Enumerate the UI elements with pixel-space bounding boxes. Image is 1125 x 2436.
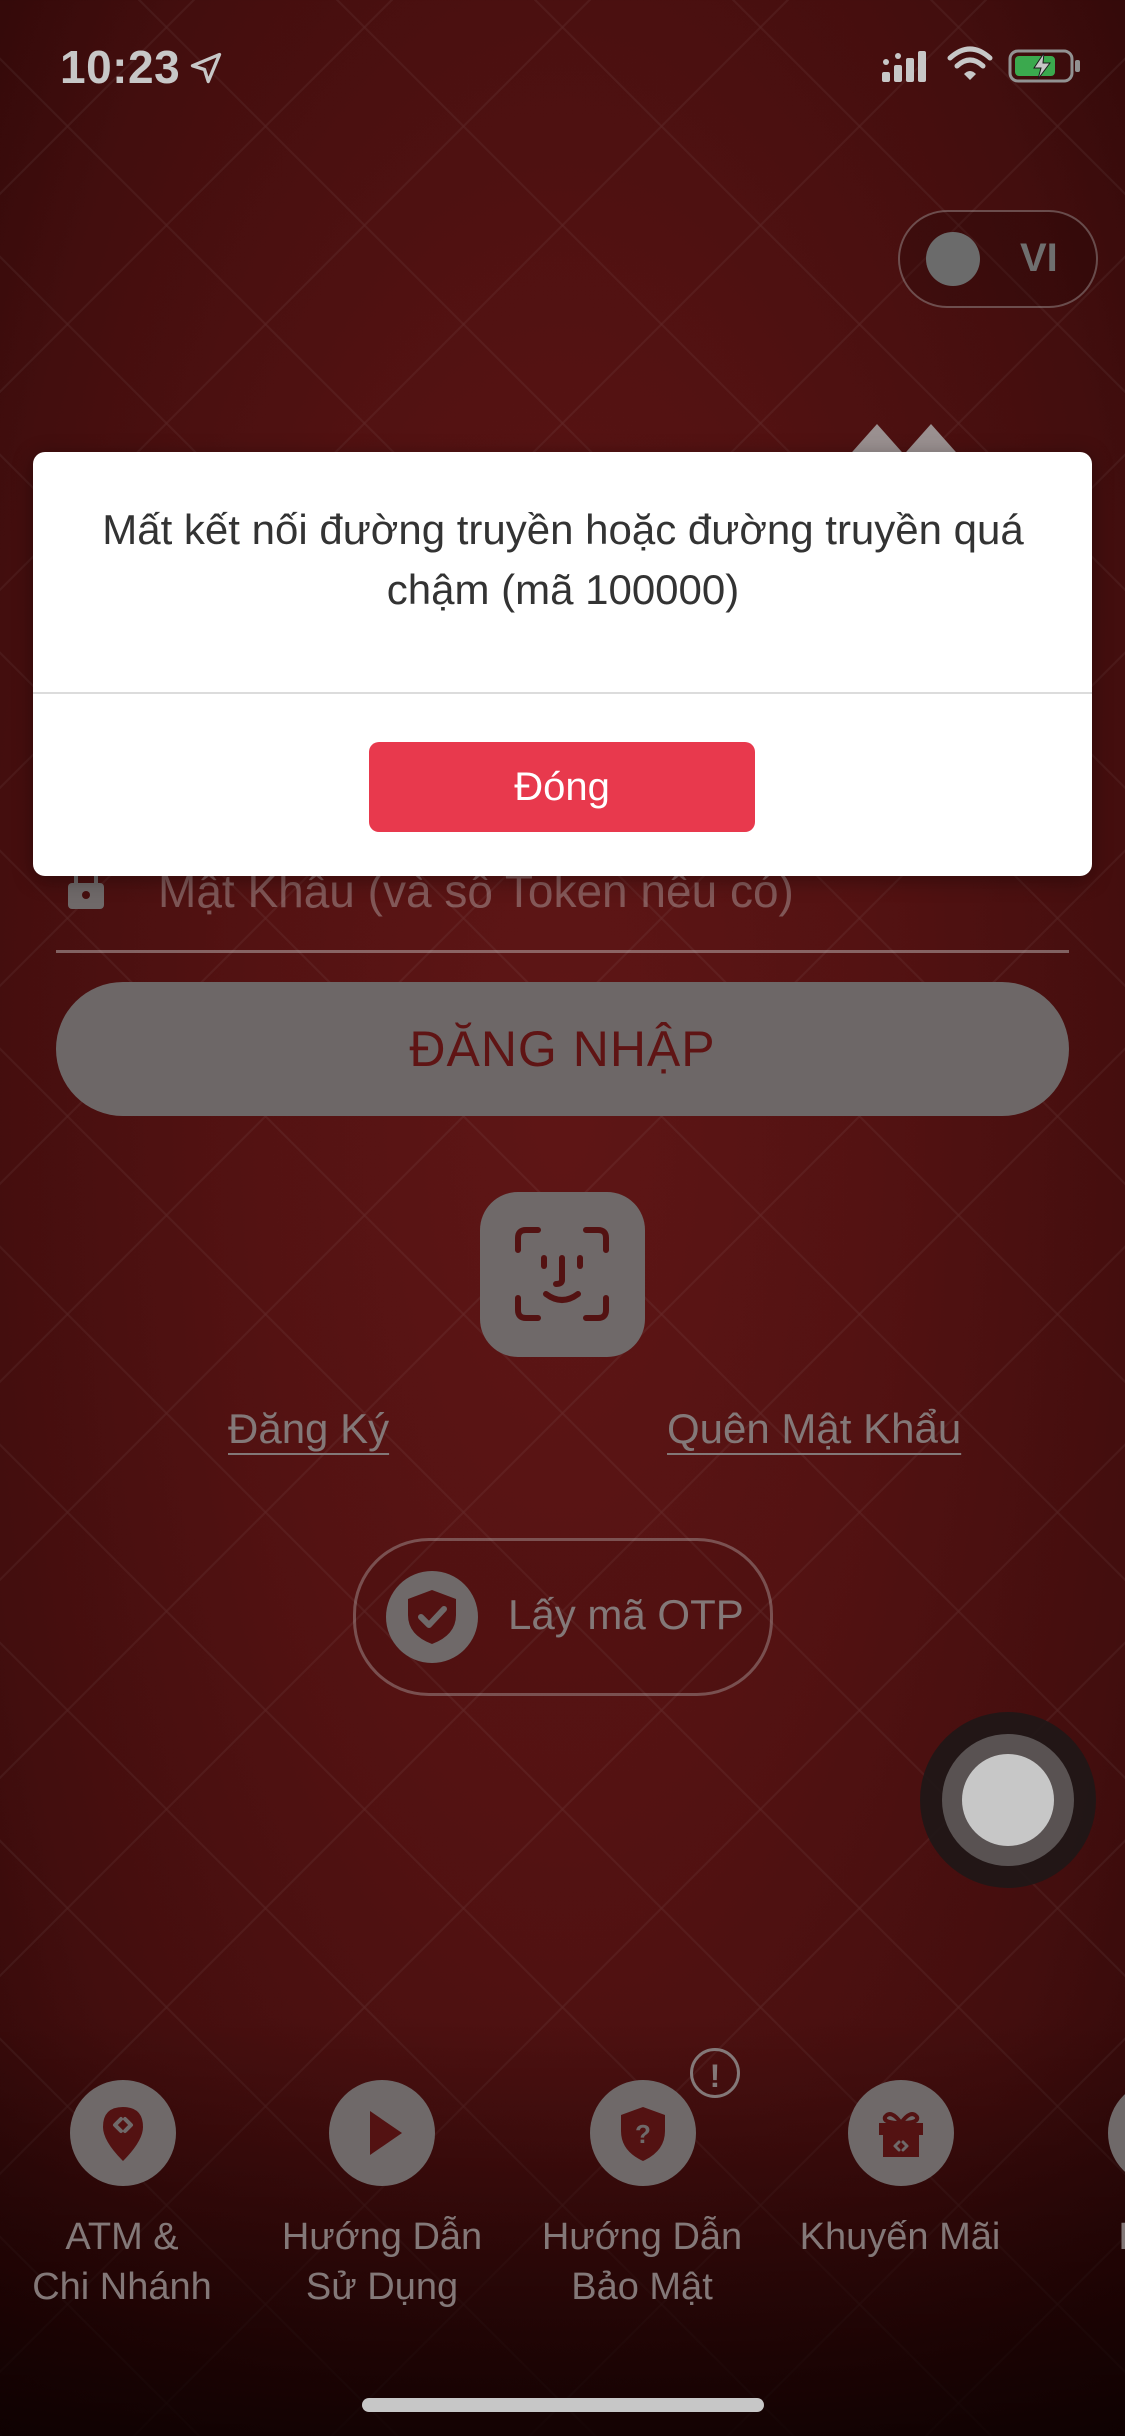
modal-overlay <box>0 0 1125 2436</box>
error-dialog: Mất kết nối đường truyền hoặc đường truy… <box>33 452 1092 876</box>
dialog-message: Mất kết nối đường truyền hoặc đường truy… <box>102 506 1024 613</box>
dialog-divider <box>33 692 1092 694</box>
close-button[interactable]: Đóng <box>369 742 755 832</box>
